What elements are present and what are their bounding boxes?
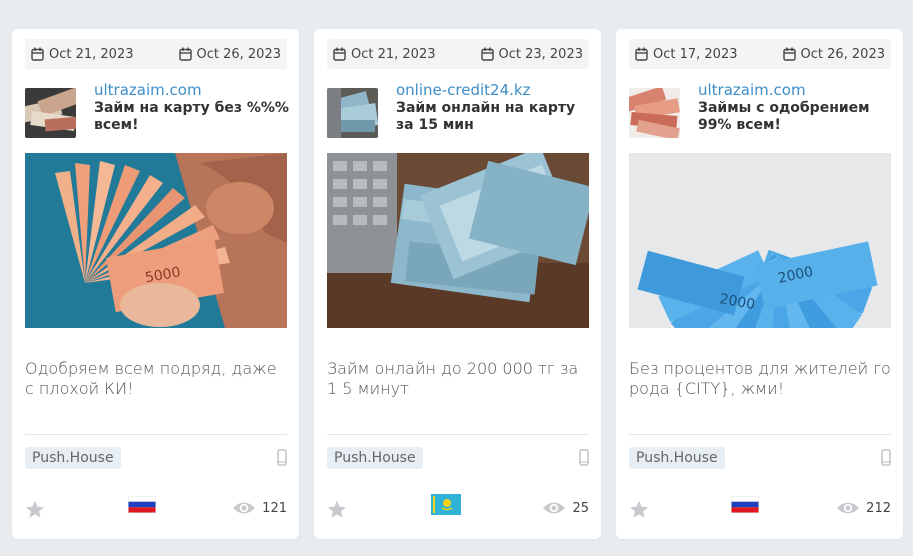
divider	[629, 434, 891, 435]
start-date-text: Oct 21, 2023	[351, 46, 436, 62]
ad-card[interactable]: Oct 21, 2023 Oct 26, 2023 ultrazaim.com …	[12, 29, 299, 539]
ad-domain[interactable]: ultrazaim.com	[94, 81, 202, 99]
calendar-icon	[31, 47, 44, 61]
favorite-star-icon[interactable]	[25, 500, 45, 519]
date-range: Oct 17, 2023 Oct 26, 2023	[629, 39, 891, 69]
end-date-text: Oct 23, 2023	[498, 46, 584, 62]
calendar-icon	[782, 47, 796, 61]
eye-icon	[543, 502, 566, 514]
end-date: Oct 26, 2023	[782, 46, 886, 62]
russia-flag-icon	[128, 496, 156, 513]
view-count: 212	[836, 500, 891, 516]
ad-card[interactable]: Oct 17, 2023 Oct 26, 2023 ultrazaim.com …	[616, 29, 903, 539]
ad-creative-image[interactable]: 2000 2000	[629, 153, 891, 328]
ad-description: Займ онлайн до 200 000 тг за 1 5 минут	[327, 359, 579, 398]
ad-icon-image	[327, 88, 378, 138]
ad-icon-image	[25, 88, 76, 138]
divider	[327, 434, 589, 435]
end-date: Oct 26, 2023	[178, 46, 282, 62]
end-date-text: Oct 26, 2023	[800, 46, 886, 62]
eye-icon	[837, 502, 860, 514]
ad-card[interactable]: Oct 21, 2023 Oct 23, 2023 online-credit2…	[314, 29, 601, 539]
divider	[25, 434, 287, 435]
ad-title: Займ онлайн на карту за 15 мин	[396, 100, 576, 133]
view-count-text: 25	[572, 500, 589, 516]
ad-description: Без процентов для жителей го рода {CITY}…	[629, 359, 891, 398]
view-count: 121	[232, 500, 287, 516]
ad-creative-image[interactable]: 5000	[25, 153, 287, 328]
favorite-star-icon[interactable]	[629, 500, 649, 519]
mobile-phone-icon	[881, 449, 891, 466]
date-range: Oct 21, 2023 Oct 26, 2023	[25, 39, 287, 69]
start-date-text: Oct 17, 2023	[653, 46, 738, 62]
russia-flag-icon	[731, 496, 759, 513]
favorite-star-icon[interactable]	[327, 500, 347, 519]
ad-creative-image[interactable]	[327, 153, 589, 328]
start-date: Oct 17, 2023	[635, 47, 738, 62]
start-date-text: Oct 21, 2023	[49, 46, 134, 62]
ad-network-badge[interactable]: Push.House	[25, 447, 121, 469]
calendar-icon	[480, 47, 494, 61]
calendar-icon	[178, 47, 192, 61]
view-count-text: 121	[262, 500, 287, 516]
ad-title: Займ на карту без %%% всем!	[94, 100, 289, 133]
mobile-phone-icon	[579, 449, 589, 466]
ad-description: Одобряем всем подряд, даже с плохой КИ!	[25, 359, 277, 398]
end-date: Oct 23, 2023	[480, 46, 584, 62]
ad-title: Займы с одобрением 99% всем!	[698, 100, 870, 133]
mobile-phone-icon	[277, 449, 287, 466]
ad-domain[interactable]: online-credit24.kz	[396, 81, 530, 99]
ad-network-badge[interactable]: Push.House	[629, 447, 725, 469]
kazakhstan-flag-icon	[431, 494, 461, 515]
date-range: Oct 21, 2023 Oct 23, 2023	[327, 39, 589, 69]
ad-network-badge[interactable]: Push.House	[327, 447, 423, 469]
calendar-icon	[635, 47, 648, 61]
view-count-text: 212	[866, 500, 891, 516]
end-date-text: Oct 26, 2023	[196, 46, 282, 62]
start-date: Oct 21, 2023	[31, 47, 134, 62]
start-date: Oct 21, 2023	[333, 47, 436, 62]
ad-icon-image	[629, 88, 680, 138]
calendar-icon	[333, 47, 346, 61]
ad-domain[interactable]: ultrazaim.com	[698, 81, 806, 99]
eye-icon	[233, 502, 256, 514]
view-count: 25	[542, 500, 589, 516]
